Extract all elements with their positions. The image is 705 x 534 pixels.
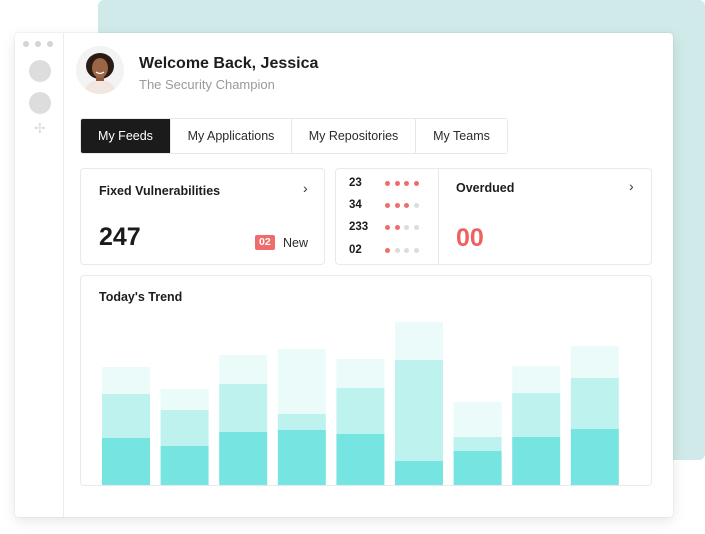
tab-my-repositories[interactable]: My Repositories (292, 119, 416, 153)
overdue-count: 00 (456, 224, 484, 252)
new-label: New (283, 236, 309, 250)
bar-segment (512, 366, 561, 393)
bar-segment (570, 378, 619, 429)
severity-dot-empty (404, 224, 409, 230)
severity-row: 23 (349, 176, 423, 190)
fixed-count: 247 (99, 223, 141, 251)
bar-segment (277, 414, 326, 430)
severity-value: 233 (349, 221, 369, 233)
severity-dot-empty (394, 247, 400, 253)
window-dot[interactable] (23, 41, 29, 47)
add-icon[interactable]: ✢ (34, 121, 46, 135)
card-title: Fixed Vulnerabilities (99, 184, 221, 198)
bar-segment (512, 393, 561, 437)
app-window: ✢ Welcome Back, Jessica The Security Cha… (15, 33, 673, 517)
bar-segment (102, 438, 150, 485)
bar-segment (453, 402, 502, 437)
bar-segment (277, 430, 326, 485)
severity-row: 02 (349, 243, 423, 257)
bar-segment (395, 461, 443, 485)
bar-segment (336, 434, 385, 485)
tab-my-feeds[interactable]: My Feeds (81, 119, 171, 153)
window-controls (23, 41, 53, 47)
severity-dot-filled (394, 224, 400, 230)
tab-my-teams[interactable]: My Teams (416, 119, 507, 153)
bar-segment (336, 359, 385, 388)
tab-bar: My Feeds My Applications My Repositories… (80, 118, 508, 154)
window-dot[interactable] (47, 41, 53, 47)
bar-segment (160, 389, 209, 410)
severity-value: 02 (349, 244, 362, 256)
bar-segment (102, 394, 150, 438)
sidebar-nav-item[interactable] (29, 92, 51, 114)
trend-chart (102, 322, 619, 485)
bar-segment (512, 437, 561, 485)
sidebar: ✢ (15, 33, 64, 517)
severity-value: 34 (349, 199, 362, 211)
chevron-right-icon[interactable]: › (303, 180, 308, 196)
page-title: Welcome Back, Jessica (139, 55, 319, 72)
severity-dot-filled (385, 180, 390, 186)
bar-segment (453, 451, 502, 485)
bar-segment (570, 346, 619, 378)
bar-segment (336, 388, 385, 434)
severity-dot-filled (385, 224, 390, 230)
user-photo-icon (76, 46, 124, 94)
bar-segment (160, 410, 209, 446)
bar-segment (219, 384, 268, 432)
severity-dot-filled (394, 180, 400, 186)
severity-dot-filled (385, 202, 390, 208)
bar-segment (395, 322, 443, 360)
severity-dot-empty (413, 202, 419, 208)
chevron-right-icon[interactable]: › (629, 178, 634, 194)
severity-dot-filled (404, 202, 409, 208)
severity-dot-empty (413, 224, 419, 230)
page-subtitle: The Security Champion (139, 77, 275, 92)
window-dot[interactable] (35, 41, 41, 47)
card-title: Overdued (456, 181, 515, 195)
severity-dot-filled (413, 180, 419, 186)
severity-dot-filled (385, 247, 390, 253)
bar-segment (219, 355, 268, 384)
bar-segment (395, 360, 443, 461)
fixed-vulnerabilities-card[interactable]: Fixed Vulnerabilities › 247 02 New (80, 168, 325, 265)
severity-row: 233 (349, 220, 423, 234)
bar-segment (160, 446, 209, 485)
severity-dot-empty (413, 247, 419, 253)
bar-segment (277, 349, 326, 414)
bar-segment (453, 437, 502, 451)
sidebar-nav-item[interactable] (29, 60, 51, 82)
severity-row: 34 (349, 198, 423, 212)
avatar[interactable] (76, 46, 124, 94)
bar-segment (102, 367, 150, 394)
card-divider (438, 169, 439, 264)
severity-value: 23 (349, 177, 362, 189)
severity-dot-empty (404, 247, 409, 253)
overdue-card[interactable]: 23 34 233 02 Overdued › 00 (335, 168, 652, 265)
bar-segment (570, 429, 619, 485)
tab-my-applications[interactable]: My Applications (171, 119, 292, 153)
severity-dot-filled (404, 180, 409, 186)
bar-segment (219, 432, 268, 485)
severity-dot-filled (394, 202, 400, 208)
trend-card: Today's Trend (80, 275, 652, 486)
new-count-badge: 02 (255, 235, 275, 250)
